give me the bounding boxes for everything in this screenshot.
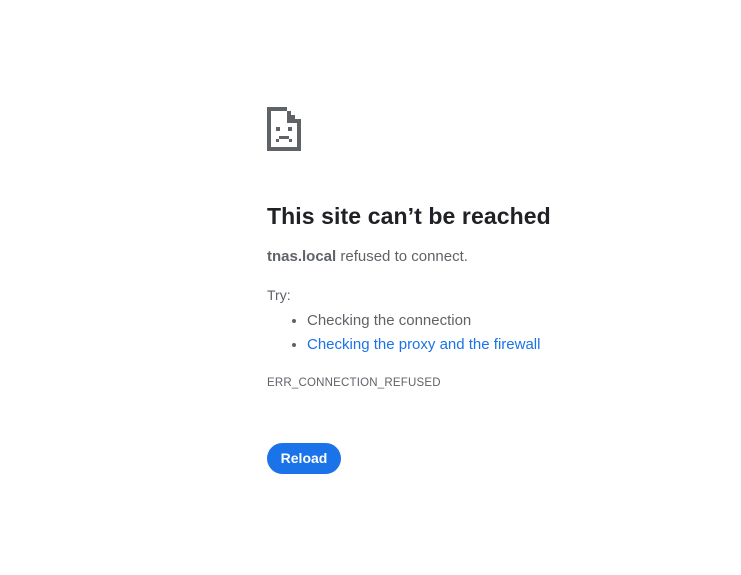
error-content: This site can’t be reached tnas.local re… [267,107,707,391]
suggestion-item: Checking the connection [307,309,707,333]
suggestion-check-connection: Checking the connection [307,312,472,329]
error-detail: tnas.local refused to connect. [267,247,707,267]
host-name: tnas.local [267,248,337,265]
try-label: Try: [267,287,291,303]
error-detail-text: refused to connect. [336,248,468,265]
reload-button[interactable]: Reload [267,443,341,474]
check-proxy-firewall-link[interactable]: Checking the proxy and the firewall [307,336,540,353]
sad-page-icon [267,107,707,151]
error-code: ERR_CONNECTION_REFUSED [267,377,441,389]
suggestion-item: Checking the proxy and the firewall [307,333,707,357]
page-title: This site can’t be reached [267,203,551,229]
suggestions-list: Checking the connection Checking the pro… [267,309,707,357]
